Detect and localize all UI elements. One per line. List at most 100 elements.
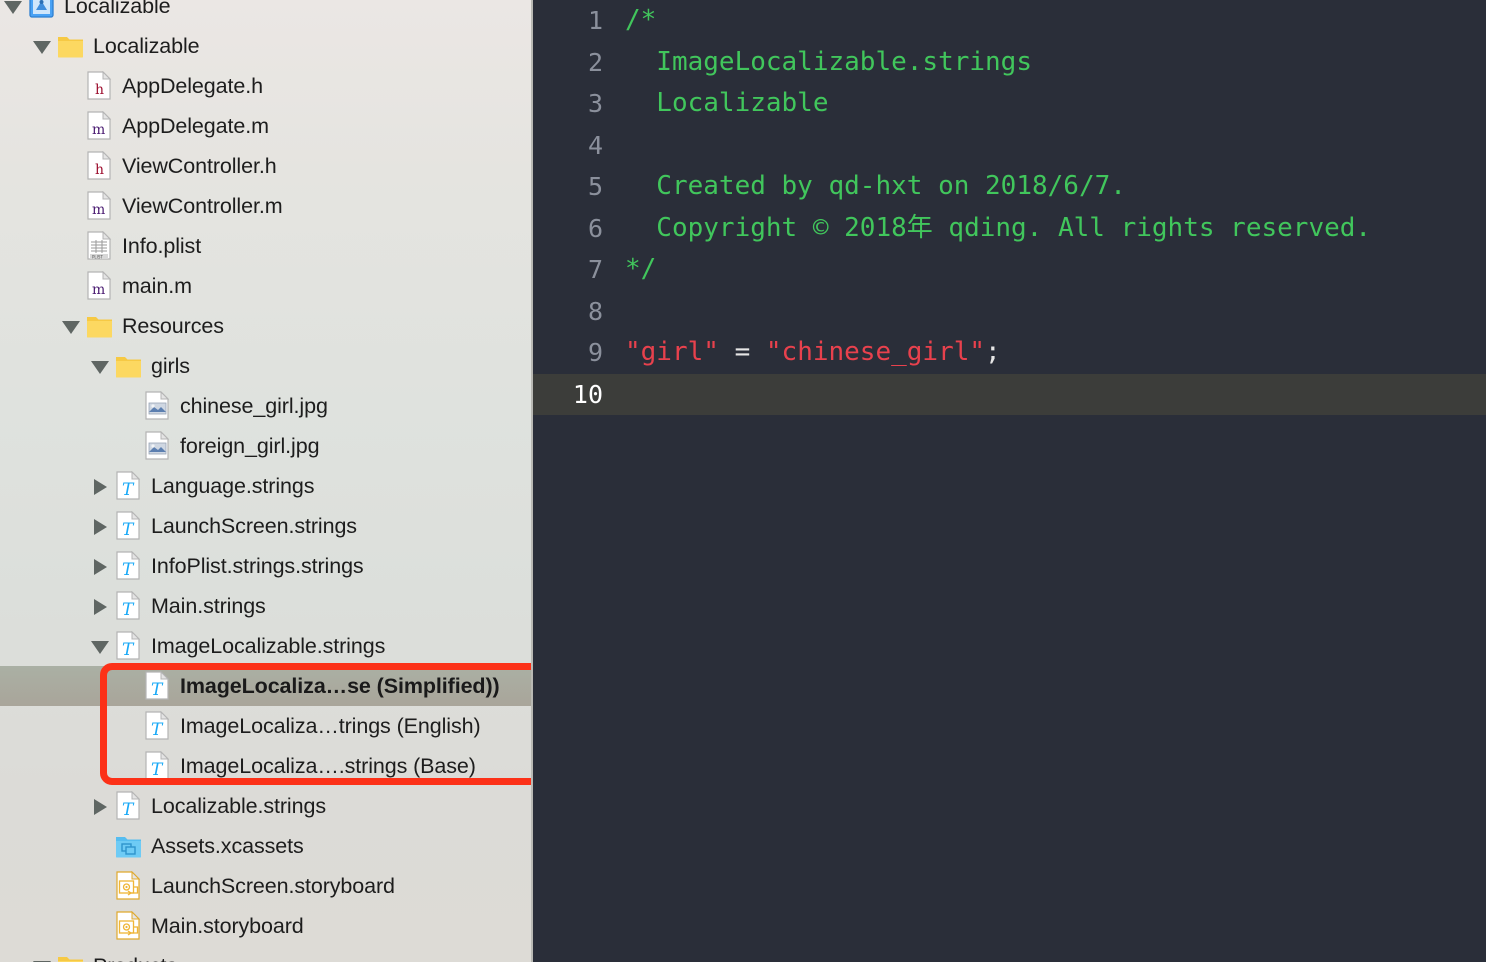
header-file-icon: h [86, 151, 113, 181]
line-number: 6 [533, 208, 603, 250]
code-line[interactable]: 10 [533, 374, 1486, 416]
disclosure-spacer [118, 746, 144, 786]
tree-row[interactable]: TLaunchScreen.strings [0, 506, 531, 546]
tree-row[interactable]: PLISTInfo.plist [0, 226, 531, 266]
chevron-down-icon[interactable] [89, 626, 115, 666]
tree-row[interactable]: TInfoPlist.strings.strings [0, 546, 531, 586]
source-code-editor[interactable]: 1/*2 ImageLocalizable.strings3 Localizab… [533, 0, 1486, 962]
code-token-comment: Created by qd-hxt on 2018/6/7. [625, 171, 1126, 201]
svg-text:T: T [122, 800, 135, 820]
code-text: */ [625, 249, 656, 291]
tree-row[interactable]: Localizable [0, 0, 531, 26]
svg-text:T: T [151, 720, 164, 740]
disclosure-spacer [89, 906, 115, 946]
svg-text:T: T [122, 640, 135, 660]
tree-row-label: ImageLocalizable.strings [151, 634, 385, 659]
code-text: Copyright © 2018年 qding. All rights rese… [625, 208, 1371, 250]
line-number: 2 [533, 42, 603, 84]
tree-row[interactable]: Main.storyboard [0, 906, 531, 946]
tree-row[interactable]: mmain.m [0, 266, 531, 306]
code-line[interactable]: 9"girl" = "chinese_girl"; [533, 332, 1486, 374]
code-text: ImageLocalizable.strings [625, 42, 1032, 84]
disclosure-spacer [89, 826, 115, 866]
code-line[interactable]: 4 [533, 125, 1486, 167]
tree-row-label: Localizable.strings [151, 794, 326, 819]
tree-row[interactable]: TImageLocaliza…se (Simplified)) [0, 666, 531, 706]
chevron-down-icon[interactable] [31, 26, 57, 66]
code-text: Localizable [625, 83, 829, 125]
strings-file-icon: T [115, 631, 142, 661]
tree-row[interactable]: LaunchScreen.storyboard [0, 866, 531, 906]
tree-row-label: Localizable [93, 34, 199, 59]
line-number: 5 [533, 166, 603, 208]
tree-row[interactable]: TMain.strings [0, 586, 531, 626]
svg-text:m: m [92, 282, 105, 298]
chevron-right-icon[interactable] [89, 546, 115, 586]
code-line[interactable]: 8 [533, 291, 1486, 333]
chevron-down-icon[interactable] [89, 346, 115, 386]
svg-text:m: m [92, 122, 105, 138]
tree-row-label: girls [151, 354, 190, 379]
tree-row[interactable]: TImageLocaliza…trings (English) [0, 706, 531, 746]
tree-row[interactable]: Assets.xcassets [0, 826, 531, 866]
code-line[interactable]: 3 Localizable [533, 83, 1486, 125]
tree-row-label: Localizable [64, 0, 170, 19]
image-file-icon [144, 391, 171, 421]
chevron-right-icon[interactable] [89, 506, 115, 546]
disclosure-spacer [60, 186, 86, 226]
tree-row[interactable]: girls [0, 346, 531, 386]
line-number: 3 [533, 83, 603, 125]
tree-row-label: Main.storyboard [151, 914, 304, 939]
storyboard-icon [115, 871, 142, 901]
code-line[interactable]: 7*/ [533, 249, 1486, 291]
tree-row[interactable]: m AppDelegate.m [0, 106, 531, 146]
tree-row[interactable]: TLanguage.strings [0, 466, 531, 506]
chevron-right-icon[interactable] [89, 466, 115, 506]
tree-row[interactable]: foreign_girl.jpg [0, 426, 531, 466]
chevron-right-icon[interactable] [89, 586, 115, 626]
line-number: 10 [533, 374, 603, 416]
code-token-comment: ImageLocalizable.strings [625, 47, 1032, 77]
tree-row[interactable]: chinese_girl.jpg [0, 386, 531, 426]
svg-text:PLIST: PLIST [92, 254, 103, 259]
chevron-down-icon[interactable] [31, 946, 57, 962]
tree-row[interactable]: mViewController.m [0, 186, 531, 226]
tree-row-label: Resources [122, 314, 224, 339]
project-navigator[interactable]: Localizable Localizable hAppDelegate.h m App… [0, 0, 533, 962]
code-token-comment: /* [625, 5, 656, 35]
tree-row[interactable]: Localizable [0, 26, 531, 66]
tree-row[interactable]: T ImageLocalizable.strings [0, 626, 531, 666]
chevron-down-icon[interactable] [2, 0, 28, 26]
chevron-down-icon[interactable] [60, 306, 86, 346]
chevron-right-icon[interactable] [89, 786, 115, 826]
tree-row[interactable]: T Localizable.strings [0, 786, 531, 826]
objc-file-icon: m [86, 191, 113, 221]
code-lines-container: 1/*2 ImageLocalizable.strings3 Localizab… [533, 0, 1486, 415]
tree-row[interactable]: hAppDelegate.h [0, 66, 531, 106]
code-line[interactable]: 6 Copyright © 2018年 qding. All rights re… [533, 208, 1486, 250]
plist-file-icon: PLIST [86, 231, 113, 261]
tree-row-label: Language.strings [151, 474, 314, 499]
code-line[interactable]: 1 /* [533, 0, 1486, 42]
disclosure-spacer [60, 266, 86, 306]
code-line[interactable]: 5 Created by qd-hxt on 2018/6/7. [533, 166, 1486, 208]
strings-file-icon: T [144, 751, 171, 781]
line-number: 9 [533, 332, 603, 374]
tree-row-label: LaunchScreen.storyboard [151, 874, 395, 899]
tree-row-label: ViewController.h [122, 154, 277, 179]
folder-icon [86, 311, 113, 341]
tree-row[interactable]: Products [0, 946, 531, 962]
tree-row-label: LaunchScreen.strings [151, 514, 357, 539]
tree-row[interactable]: TImageLocaliza….strings (Base) [0, 746, 531, 786]
tree-row-label: AppDelegate.m [122, 114, 269, 139]
strings-file-icon: T [144, 671, 171, 701]
xcode-project-icon [28, 0, 55, 21]
code-line[interactable]: 2 ImageLocalizable.strings [533, 42, 1486, 84]
code-token-comment: Localizable [625, 88, 829, 118]
tree-row[interactable]: h ViewController.h [0, 146, 531, 186]
svg-text:h: h [95, 162, 104, 178]
line-number: 1 [533, 0, 603, 42]
tree-row-label: foreign_girl.jpg [180, 434, 319, 459]
code-text: /* [625, 0, 656, 42]
tree-row[interactable]: Resources [0, 306, 531, 346]
